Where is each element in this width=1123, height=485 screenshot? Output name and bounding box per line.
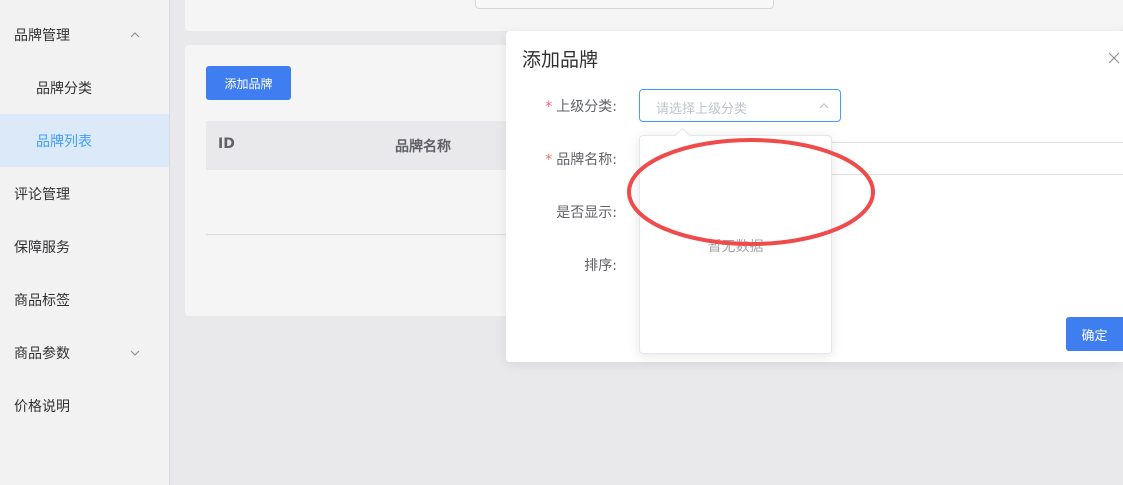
search-input[interactable] — [475, 0, 774, 9]
parent-category-label: * 上级分类: — [545, 99, 617, 115]
brand-name-label: * 品牌名称: — [545, 152, 617, 168]
sort-label: 排序: — [584, 258, 617, 274]
sidebar-item-brand-category[interactable]: 品牌分类 — [0, 61, 169, 114]
sidebar-item-price-description[interactable]: 价格说明 — [0, 379, 169, 432]
sidebar-item-label: 品牌分类 — [36, 80, 92, 97]
dropdown-empty-text: 暂无数据 — [707, 239, 764, 255]
sidebar-item-label: 评论管理 — [14, 186, 70, 203]
sidebar-item-brand-list[interactable]: 品牌列表 — [0, 114, 169, 167]
sidebar-item-brand-management[interactable]: 品牌管理 — [0, 8, 169, 61]
parent-category-dropdown: 暂无数据 — [639, 127, 832, 354]
sidebar-item-label: 商品参数 — [14, 345, 70, 362]
sidebar-item-product-tags[interactable]: 商品标签 — [0, 273, 169, 326]
required-mark: * — [545, 99, 553, 115]
sidebar-item-label: 品牌列表 — [36, 133, 92, 150]
parent-category-placeholder: 请选择上级分类 — [656, 102, 748, 117]
parent-category-select[interactable]: 请选择上级分类 — [639, 89, 841, 122]
sidebar-item-comment-management[interactable]: 评论管理 — [0, 167, 169, 220]
sidebar: 品牌管理 品牌分类 品牌列表 评论管理 保障服务 商品标签 商品参数 价格说明 — [0, 0, 170, 485]
show-label: 是否显示: — [556, 205, 617, 221]
dialog-title: 添加品牌 — [522, 49, 599, 71]
column-header-brand-name[interactable]: 品牌名称 — [395, 136, 451, 156]
sidebar-item-label: 商品标签 — [14, 292, 70, 309]
chevron-up-icon — [819, 103, 829, 109]
sidebar-item-product-params[interactable]: 商品参数 — [0, 326, 169, 379]
sidebar-item-label: 保障服务 — [14, 239, 70, 256]
sidebar-item-label: 品牌管理 — [14, 27, 70, 44]
search-panel — [185, 0, 1123, 31]
close-icon[interactable] — [1107, 51, 1121, 65]
sidebar-item-label: 价格说明 — [14, 398, 70, 415]
confirm-button[interactable]: 确定 — [1066, 317, 1123, 351]
chevron-up-icon — [130, 31, 140, 37]
chevron-down-icon — [130, 350, 140, 356]
sidebar-item-guarantee-service[interactable]: 保障服务 — [0, 220, 169, 273]
column-header-id[interactable]: ID — [218, 136, 235, 152]
add-brand-button[interactable]: 添加品牌 — [206, 66, 291, 100]
required-mark: * — [545, 152, 553, 168]
